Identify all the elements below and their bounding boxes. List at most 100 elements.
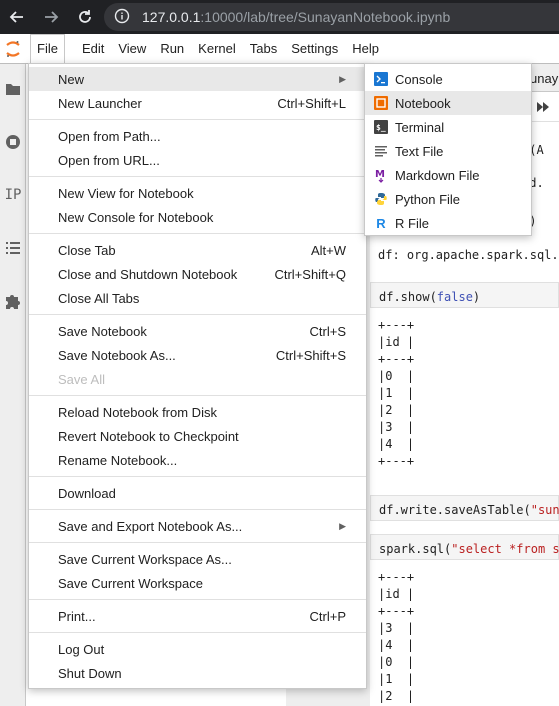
- menu-label: Close Tab: [58, 242, 116, 258]
- submenu-arrow-icon: ▶: [339, 73, 346, 84]
- menu-new-label: New: [58, 71, 85, 87]
- cell-code: spark.sql(: [379, 542, 452, 556]
- menu-run[interactable]: Run: [153, 34, 191, 64]
- running-icon[interactable]: [0, 129, 26, 155]
- menu-separator: [29, 476, 366, 477]
- menu-label: Log Out: [58, 641, 105, 657]
- menu-download[interactable]: Download: [29, 481, 366, 505]
- menu-edit[interactable]: Edit: [75, 34, 111, 64]
- cell-output-1: +---+ |id | +---+ |0 | |1 | |2 | |3 | |4…: [378, 318, 415, 468]
- menu-kernel[interactable]: Kernel: [191, 34, 243, 64]
- list-icon[interactable]: [0, 235, 26, 261]
- shortcut-label: Alt+W: [310, 242, 346, 258]
- menu-save-all: Save All: [29, 367, 366, 391]
- code-cell-save[interactable]: df.write.saveAsTable("suna: [370, 495, 559, 521]
- submenu-arrow-icon: ▶: [339, 520, 346, 531]
- new-notebook[interactable]: Notebook: [365, 91, 531, 115]
- menu-save-workspace-as[interactable]: Save Current Workspace As...: [29, 547, 366, 571]
- menu-close-shutdown[interactable]: Close and Shutdown Notebook Ctrl+Shift+Q: [29, 262, 366, 286]
- new-text-file[interactable]: Text File: [365, 139, 531, 163]
- info-icon[interactable]: [114, 8, 130, 27]
- menu-new-launcher-label: New Launcher: [58, 95, 142, 111]
- menu-label: Save Current Workspace As...: [58, 551, 232, 567]
- menu-open-path[interactable]: Open from Path...: [29, 124, 366, 148]
- menu-label: Open from Path...: [58, 128, 161, 144]
- menu-label: Shut Down: [58, 665, 122, 681]
- submenu-label: R File: [395, 215, 429, 231]
- menu-save[interactable]: Save Notebook Ctrl+S: [29, 319, 366, 343]
- svg-text:$_: $_: [376, 123, 386, 132]
- submenu-label: Text File: [395, 143, 444, 159]
- menu-view[interactable]: View: [111, 34, 153, 64]
- menu-new[interactable]: New ▶: [29, 67, 366, 91]
- new-console[interactable]: Console: [365, 67, 531, 91]
- console-icon: [373, 71, 389, 87]
- menu-settings[interactable]: Settings: [284, 34, 345, 64]
- menu-help[interactable]: Help: [345, 34, 386, 64]
- submenu-label: Python File: [395, 191, 461, 207]
- cell-code: df.show(: [379, 290, 437, 304]
- forward-icon[interactable]: [42, 8, 60, 26]
- cell-code: df.write.saveAsTable(: [379, 503, 531, 517]
- ip-icon[interactable]: IP: [0, 182, 26, 208]
- url-text[interactable]: 127.0.0.1:10000/lab/tree/SunayanNotebook…: [142, 9, 450, 25]
- menu-label: Revert Notebook to Checkpoint: [58, 428, 239, 444]
- code-cell-sql[interactable]: spark.sql("select *from su: [370, 534, 559, 560]
- submenu-label: Notebook: [395, 95, 451, 111]
- menu-reload[interactable]: Reload Notebook from Disk: [29, 400, 366, 424]
- cell-keyword: false: [436, 290, 473, 304]
- menu-new-console[interactable]: New Console for Notebook: [29, 205, 366, 229]
- menu-file[interactable]: File: [30, 33, 65, 64]
- jupyter-menubar: File Edit View Run Kernel Tabs Settings …: [0, 33, 559, 64]
- menu-rename[interactable]: Rename Notebook...: [29, 448, 366, 472]
- menu-save-workspace[interactable]: Save Current Workspace: [29, 571, 366, 595]
- new-submenu: Console Notebook $_ Terminal Text File M…: [364, 63, 532, 236]
- reload-icon[interactable]: [76, 8, 94, 26]
- menu-label: Save All: [58, 371, 105, 387]
- menu-shutdown[interactable]: Shut Down: [29, 661, 366, 685]
- menu-label: New View for Notebook: [58, 185, 194, 201]
- menu-close-tab[interactable]: Close Tab Alt+W: [29, 238, 366, 262]
- svg-text:M: M: [375, 169, 385, 180]
- menu-new-view[interactable]: New View for Notebook: [29, 181, 366, 205]
- cell-output-2: +---+ |id | +---+ |3 | |4 | |0 | |1 | |2…: [378, 570, 415, 703]
- notebook-icon: [373, 95, 389, 111]
- code-cell-show[interactable]: df.show(false): [370, 282, 559, 308]
- menu-open-url[interactable]: Open from URL...: [29, 148, 366, 172]
- new-terminal[interactable]: $_ Terminal: [365, 115, 531, 139]
- markdown-icon: M: [373, 167, 389, 183]
- menu-close-all[interactable]: Close All Tabs: [29, 286, 366, 310]
- url-host: 127.0.0.1: [142, 9, 201, 25]
- menu-label: Save Current Workspace: [58, 575, 203, 591]
- menu-save-export[interactable]: Save and Export Notebook As... ▶: [29, 514, 366, 538]
- fast-forward-icon[interactable]: [536, 101, 550, 116]
- address-bar[interactable]: 127.0.0.1:10000/lab/tree/SunayanNotebook…: [104, 3, 559, 31]
- shortcut-label: Ctrl+Shift+S: [275, 347, 346, 363]
- shortcut-label: Ctrl+Shift+L: [277, 95, 346, 111]
- folder-icon[interactable]: [0, 76, 26, 102]
- menu-label: Close All Tabs: [58, 290, 140, 306]
- menu-tabs[interactable]: Tabs: [243, 34, 284, 64]
- menu-new-launcher[interactable]: New Launcher Ctrl+Shift+L: [29, 91, 366, 115]
- back-icon[interactable]: [8, 8, 26, 26]
- menu-revert[interactable]: Revert Notebook to Checkpoint: [29, 424, 366, 448]
- menu-logout[interactable]: Log Out: [29, 637, 366, 661]
- new-python-file[interactable]: Python File: [365, 187, 531, 211]
- menu-save-as[interactable]: Save Notebook As... Ctrl+Shift+S: [29, 343, 366, 367]
- output-type-line: df: org.apache.spark.sql.: [378, 248, 559, 262]
- submenu-label: Console: [395, 71, 443, 87]
- menu-print[interactable]: Print... Ctrl+P: [29, 604, 366, 628]
- menu-label: Download: [58, 485, 116, 501]
- submenu-label: Terminal: [395, 119, 445, 135]
- new-markdown-file[interactable]: M Markdown File: [365, 163, 531, 187]
- menu-separator: [29, 119, 366, 120]
- browser-toolbar: 127.0.0.1:10000/lab/tree/SunayanNotebook…: [0, 0, 559, 34]
- shortcut-label: Ctrl+S: [309, 323, 346, 339]
- menu-label: Rename Notebook...: [58, 452, 178, 468]
- menu-label: New Console for Notebook: [58, 209, 214, 225]
- menu-label: Print...: [58, 608, 96, 624]
- text-file-icon: [373, 143, 389, 159]
- menu-label: Close and Shutdown Notebook: [58, 266, 238, 282]
- new-r-file[interactable]: R R File: [365, 211, 531, 235]
- extension-icon[interactable]: [0, 288, 26, 314]
